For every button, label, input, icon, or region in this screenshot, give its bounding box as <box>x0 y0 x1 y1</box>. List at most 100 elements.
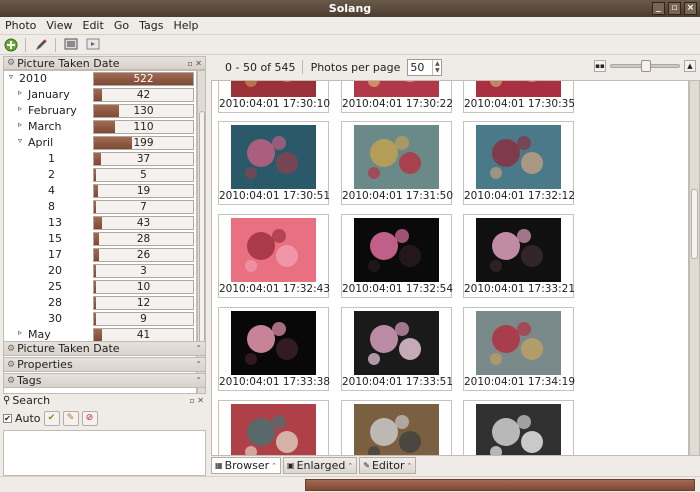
zoom-slider[interactable] <box>610 60 680 72</box>
tree-row[interactable]: 87 <box>4 199 196 215</box>
maximize-button[interactable]: ▫ <box>668 2 681 15</box>
chevron-up-icon: ⌃ <box>347 461 354 470</box>
spinner-arrows-icon[interactable]: ▲ ▼ <box>432 59 441 75</box>
photo-thumbnail[interactable]: 2010:04:01 17:33:38 <box>218 307 331 391</box>
expander-open-icon[interactable]: ▿ <box>9 72 13 81</box>
menu-go[interactable]: Go <box>109 17 134 34</box>
tab-editor[interactable]: ✎ Editor ⌃ <box>359 457 417 474</box>
tree-row[interactable]: ▹ January 42 <box>4 87 196 103</box>
auto-checkbox[interactable]: ✔ <box>3 413 12 423</box>
tree-row[interactable]: 15 28 <box>4 231 196 247</box>
collapsed-panel-date[interactable]: ⚙ Picture Taken Date ⌃ <box>3 341 206 356</box>
toolbar-separator <box>55 37 56 52</box>
expander-closed-icon[interactable]: ▹ <box>18 104 22 113</box>
photo-timestamp: 2010:04:01 17:33:38 <box>219 376 331 388</box>
enlarged-icon: ▣ <box>287 461 295 470</box>
tree-row[interactable]: 17 26 <box>4 247 196 263</box>
photo-thumbnail[interactable]: 2010:04:01 17:30:22 <box>341 81 453 113</box>
tree-row[interactable]: ▿ April 199 <box>4 135 196 151</box>
scrollbar-thumb[interactable] <box>199 111 205 351</box>
zoom-slider-knob[interactable] <box>641 60 651 72</box>
photo-timestamp: 2010:04:01 17:33:21 <box>464 283 576 295</box>
photo-thumbnail[interactable]: 2010:04:01 17:31:50 <box>341 121 453 205</box>
photo-thumbnail[interactable]: 2010:04:01 17:30:51 <box>218 121 330 205</box>
panel-controls-icon[interactable]: ▫ ✕ <box>189 396 204 405</box>
collapsed-panel-tags[interactable]: ⚙ Tags ⌃ <box>3 373 206 388</box>
photo-thumbnail[interactable] <box>218 400 329 455</box>
per-page-spinner[interactable]: 50 ▲ ▼ <box>407 58 443 76</box>
menu-edit[interactable]: Edit <box>78 17 109 34</box>
count-value: 3 <box>140 265 147 277</box>
expander-closed-icon[interactable]: ▹ <box>18 328 22 337</box>
thumbnail-grid[interactable]: 2010:04:01 17:30:10 2010:04:01 17:30:22 20… <box>211 80 689 456</box>
tree-row[interactable]: 20 3 <box>4 263 196 279</box>
photo-thumbnail[interactable]: 2010:04:01 17:32:54 <box>341 214 454 298</box>
count-value: 10 <box>136 281 151 293</box>
zoom-out-icon[interactable]: ▪▪ <box>594 60 606 72</box>
zoom-in-icon[interactable]: ▲ <box>684 60 696 72</box>
edit-icon[interactable] <box>33 38 48 52</box>
search-auto-row: ✔ Auto ✔ ✎ ⊘ <box>3 409 206 427</box>
export-icon[interactable] <box>85 38 100 52</box>
photo-thumbnail[interactable]: 2010:04:01 17:32:43 <box>218 214 330 298</box>
scrollbar-thumb[interactable] <box>691 189 698 259</box>
slideshow-icon[interactable] <box>63 38 78 52</box>
tree-row[interactable]: ▹ March 110 <box>4 119 196 135</box>
window-titlebar: Solang _ ▫ × <box>0 0 700 17</box>
expander-open-icon[interactable]: ▿ <box>18 136 22 145</box>
panel-title: Picture Taken Date <box>17 56 120 70</box>
tab-label: Editor <box>371 459 405 472</box>
tab-browser[interactable]: ▦ Browser ⌃ <box>211 457 282 474</box>
cancel-search-button[interactable]: ⊘ <box>81 410 98 426</box>
menu-photo[interactable]: Photo <box>0 17 41 34</box>
tree-row[interactable]: ▹ February 130 <box>4 103 196 119</box>
menu-help[interactable]: Help <box>168 17 203 34</box>
browser-scrollbar[interactable] <box>689 80 700 456</box>
per-page-value: 50 <box>410 60 425 74</box>
photo-image <box>354 218 439 282</box>
tree-row[interactable]: 4 19 <box>4 183 196 199</box>
gear-icon: ⚙ <box>7 359 16 370</box>
tree-row[interactable]: 13 43 <box>4 215 196 231</box>
expander-closed-icon[interactable]: ▹ <box>18 88 22 97</box>
tab-enlarged[interactable]: ▣ Enlarged ⌃ <box>283 457 358 474</box>
tree-row-label: 2010 <box>19 72 47 85</box>
apply-search-button[interactable]: ✔ <box>43 410 60 426</box>
photo-thumbnail[interactable]: 2010:04:01 17:30:35 <box>463 81 575 113</box>
count-bar: 37 <box>93 152 194 166</box>
close-button[interactable]: × <box>684 2 697 15</box>
window-title: Solang <box>328 2 372 15</box>
chevron-up-icon: ⌃ <box>406 461 413 470</box>
tree-row-label: May <box>28 328 51 341</box>
tree-row[interactable]: 1 37 <box>4 151 196 167</box>
menu-view[interactable]: View <box>41 17 77 34</box>
auto-label: Auto <box>15 411 41 425</box>
tree-row[interactable]: ▿ 2010 522 <box>4 71 196 87</box>
photo-image <box>476 404 561 455</box>
picture-taken-date-header[interactable]: ⚙ Picture Taken Date ▫ ✕ <box>3 56 206 70</box>
minimize-button[interactable]: _ <box>652 2 665 15</box>
tree-row[interactable]: 25 10 <box>4 279 196 295</box>
clear-search-button[interactable]: ✎ <box>62 410 79 426</box>
menu-tags[interactable]: Tags <box>134 17 168 34</box>
tree-row[interactable]: 28 12 <box>4 295 196 311</box>
tree-row[interactable]: 30 9 <box>4 311 196 327</box>
search-criteria-area[interactable] <box>3 430 206 476</box>
photo-thumbnail[interactable]: 2010:04:01 17:30:10 <box>218 81 330 113</box>
photo-thumbnail[interactable]: 2010:04:01 17:33:21 <box>463 214 576 298</box>
photo-thumbnail[interactable]: 2010:04:01 17:33:51 <box>341 307 454 391</box>
photo-thumbnail[interactable]: 2010:04:01 17:34:19 <box>463 307 575 391</box>
collapsed-panel-properties[interactable]: ⚙ Properties ⌃ <box>3 357 206 372</box>
expander-closed-icon[interactable]: ▹ <box>18 120 22 129</box>
photo-image <box>354 404 439 455</box>
photo-thumbnail[interactable]: 2010:04:01 17:32:12 <box>463 121 575 205</box>
photo-timestamp: 2010:04:01 17:33:51 <box>342 376 454 388</box>
tree-row[interactable]: 25 <box>4 167 196 183</box>
photo-timestamp: 2010:04:01 17:32:54 <box>342 283 454 295</box>
count-bar: 199 <box>93 136 194 150</box>
photo-thumbnail[interactable] <box>463 400 574 455</box>
photo-thumbnail[interactable] <box>341 400 452 455</box>
count-bar: 3 <box>93 264 194 278</box>
add-icon[interactable] <box>3 38 18 52</box>
panel-controls-icon[interactable]: ▫ ✕ <box>187 59 202 68</box>
